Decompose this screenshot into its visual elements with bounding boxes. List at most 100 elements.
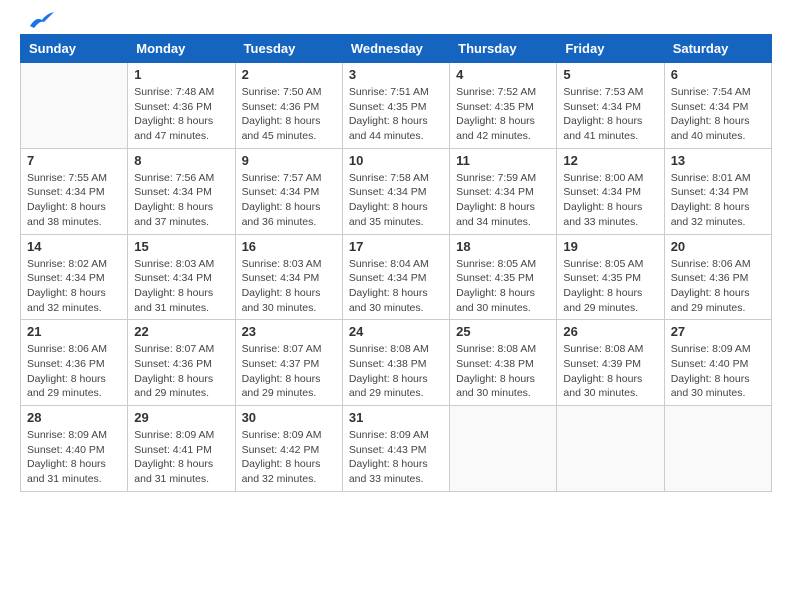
calendar-cell: 31 Sunrise: 8:09 AM Sunset: 4:43 PM Dayli… <box>342 406 449 492</box>
day-info: Sunrise: 8:02 AM Sunset: 4:34 PM Dayligh… <box>27 257 121 316</box>
calendar-week-1: 1 Sunrise: 7:48 AM Sunset: 4:36 PM Daylig… <box>21 63 772 149</box>
day-info: Sunrise: 7:52 AM Sunset: 4:35 PM Dayligh… <box>456 85 550 144</box>
calendar-cell: 23Sunrise: 8:07 AM Sunset: 4:37 PM Dayli… <box>235 320 342 406</box>
header-wednesday: Wednesday <box>342 35 449 63</box>
calendar-cell: 16Sunrise: 8:03 AM Sunset: 4:34 PM Dayli… <box>235 234 342 320</box>
day-number: 20 <box>671 239 765 254</box>
day-info: Sunrise: 7:50 AM Sunset: 4:36 PM Dayligh… <box>242 85 336 144</box>
day-info: Sunrise: 8:07 AM Sunset: 4:36 PM Dayligh… <box>134 342 228 401</box>
calendar-cell: 28 Sunrise: 8:09 AM Sunset: 4:40 PM Dayli… <box>21 406 128 492</box>
page-header <box>20 20 772 24</box>
day-number: 18 <box>456 239 550 254</box>
day-info: Sunrise: 8:06 AM Sunset: 4:36 PM Dayligh… <box>671 257 765 316</box>
header-sunday: Sunday <box>21 35 128 63</box>
day-info: Sunrise: 7:56 AM Sunset: 4:34 PM Dayligh… <box>134 171 228 230</box>
day-info: Sunrise: 7:51 AM Sunset: 4:35 PM Dayligh… <box>349 85 443 144</box>
day-number: 29 <box>134 410 228 425</box>
day-number: 17 <box>349 239 443 254</box>
calendar-cell: 17 Sunrise: 8:04 AM Sunset: 4:34 PM Dayli… <box>342 234 449 320</box>
calendar-cell: 25 Sunrise: 8:08 AM Sunset: 4:38 PM Dayli… <box>450 320 557 406</box>
day-number: 5 <box>563 67 657 82</box>
header-tuesday: Tuesday <box>235 35 342 63</box>
day-info: Sunrise: 8:01 AM Sunset: 4:34 PM Dayligh… <box>671 171 765 230</box>
day-number: 31 <box>349 410 443 425</box>
day-number: 30 <box>242 410 336 425</box>
day-info: Sunrise: 7:48 AM Sunset: 4:36 PM Dayligh… <box>134 85 228 144</box>
day-info: Sunrise: 8:00 AM Sunset: 4:34 PM Dayligh… <box>563 171 657 230</box>
calendar-cell: 14 Sunrise: 8:02 AM Sunset: 4:34 PM Dayli… <box>21 234 128 320</box>
day-info: Sunrise: 8:03 AM Sunset: 4:34 PM Dayligh… <box>242 257 336 316</box>
calendar-cell: 21 Sunrise: 8:06 AM Sunset: 4:36 PM Dayli… <box>21 320 128 406</box>
day-number: 21 <box>27 324 121 339</box>
day-number: 19 <box>563 239 657 254</box>
day-info: Sunrise: 7:55 AM Sunset: 4:34 PM Dayligh… <box>27 171 121 230</box>
calendar-cell: 4 Sunrise: 7:52 AM Sunset: 4:35 PM Daylig… <box>450 63 557 149</box>
calendar-cell: 22 Sunrise: 8:07 AM Sunset: 4:36 PM Dayli… <box>128 320 235 406</box>
calendar-week-2: 7Sunrise: 7:55 AM Sunset: 4:34 PM Daylig… <box>21 148 772 234</box>
logo <box>20 20 54 24</box>
calendar-cell: 7Sunrise: 7:55 AM Sunset: 4:34 PM Daylig… <box>21 148 128 234</box>
day-number: 28 <box>27 410 121 425</box>
header-monday: Monday <box>128 35 235 63</box>
day-info: Sunrise: 8:09 AM Sunset: 4:43 PM Dayligh… <box>349 428 443 487</box>
day-number: 24 <box>349 324 443 339</box>
day-info: Sunrise: 8:08 AM Sunset: 4:39 PM Dayligh… <box>563 342 657 401</box>
day-number: 2 <box>242 67 336 82</box>
day-number: 15 <box>134 239 228 254</box>
day-number: 22 <box>134 324 228 339</box>
day-info: Sunrise: 8:05 AM Sunset: 4:35 PM Dayligh… <box>563 257 657 316</box>
day-number: 1 <box>134 67 228 82</box>
calendar-cell: 8Sunrise: 7:56 AM Sunset: 4:34 PM Daylig… <box>128 148 235 234</box>
header-saturday: Saturday <box>664 35 771 63</box>
calendar-week-5: 28 Sunrise: 8:09 AM Sunset: 4:40 PM Dayli… <box>21 406 772 492</box>
calendar-cell: 1 Sunrise: 7:48 AM Sunset: 4:36 PM Daylig… <box>128 63 235 149</box>
day-info: Sunrise: 7:58 AM Sunset: 4:34 PM Dayligh… <box>349 171 443 230</box>
calendar-cell <box>557 406 664 492</box>
calendar-cell: 24Sunrise: 8:08 AM Sunset: 4:38 PM Dayli… <box>342 320 449 406</box>
calendar-cell <box>450 406 557 492</box>
day-number: 13 <box>671 153 765 168</box>
calendar-table: SundayMondayTuesdayWednesdayThursdayFrid… <box>20 34 772 492</box>
calendar-cell: 30 Sunrise: 8:09 AM Sunset: 4:42 PM Dayli… <box>235 406 342 492</box>
calendar-cell: 12 Sunrise: 8:00 AM Sunset: 4:34 PM Dayli… <box>557 148 664 234</box>
calendar-week-3: 14 Sunrise: 8:02 AM Sunset: 4:34 PM Dayli… <box>21 234 772 320</box>
calendar-cell: 2 Sunrise: 7:50 AM Sunset: 4:36 PM Daylig… <box>235 63 342 149</box>
day-number: 27 <box>671 324 765 339</box>
day-number: 11 <box>456 153 550 168</box>
day-info: Sunrise: 7:54 AM Sunset: 4:34 PM Dayligh… <box>671 85 765 144</box>
day-info: Sunrise: 8:05 AM Sunset: 4:35 PM Dayligh… <box>456 257 550 316</box>
day-info: Sunrise: 8:04 AM Sunset: 4:34 PM Dayligh… <box>349 257 443 316</box>
day-info: Sunrise: 8:09 AM Sunset: 4:40 PM Dayligh… <box>671 342 765 401</box>
header-friday: Friday <box>557 35 664 63</box>
calendar-cell: 9Sunrise: 7:57 AM Sunset: 4:34 PM Daylig… <box>235 148 342 234</box>
day-number: 4 <box>456 67 550 82</box>
day-info: Sunrise: 8:07 AM Sunset: 4:37 PM Dayligh… <box>242 342 336 401</box>
day-number: 12 <box>563 153 657 168</box>
day-number: 26 <box>563 324 657 339</box>
calendar-week-4: 21 Sunrise: 8:06 AM Sunset: 4:36 PM Dayli… <box>21 320 772 406</box>
calendar-cell: 6 Sunrise: 7:54 AM Sunset: 4:34 PM Daylig… <box>664 63 771 149</box>
calendar-cell: 29 Sunrise: 8:09 AM Sunset: 4:41 PM Dayli… <box>128 406 235 492</box>
day-info: Sunrise: 7:57 AM Sunset: 4:34 PM Dayligh… <box>242 171 336 230</box>
day-info: Sunrise: 8:08 AM Sunset: 4:38 PM Dayligh… <box>456 342 550 401</box>
calendar-cell <box>664 406 771 492</box>
day-number: 14 <box>27 239 121 254</box>
day-info: Sunrise: 8:03 AM Sunset: 4:34 PM Dayligh… <box>134 257 228 316</box>
day-info: Sunrise: 8:09 AM Sunset: 4:42 PM Dayligh… <box>242 428 336 487</box>
day-info: Sunrise: 8:09 AM Sunset: 4:41 PM Dayligh… <box>134 428 228 487</box>
day-number: 10 <box>349 153 443 168</box>
calendar-cell: 10 Sunrise: 7:58 AM Sunset: 4:34 PM Dayli… <box>342 148 449 234</box>
day-info: Sunrise: 8:06 AM Sunset: 4:36 PM Dayligh… <box>27 342 121 401</box>
day-number: 6 <box>671 67 765 82</box>
calendar-cell: 3 Sunrise: 7:51 AM Sunset: 4:35 PM Daylig… <box>342 63 449 149</box>
calendar-cell: 27 Sunrise: 8:09 AM Sunset: 4:40 PM Dayli… <box>664 320 771 406</box>
calendar-header-row: SundayMondayTuesdayWednesdayThursdayFrid… <box>21 35 772 63</box>
calendar-cell: 18 Sunrise: 8:05 AM Sunset: 4:35 PM Dayli… <box>450 234 557 320</box>
day-number: 25 <box>456 324 550 339</box>
day-info: Sunrise: 8:09 AM Sunset: 4:40 PM Dayligh… <box>27 428 121 487</box>
calendar-cell: 13 Sunrise: 8:01 AM Sunset: 4:34 PM Dayli… <box>664 148 771 234</box>
calendar-cell: 26 Sunrise: 8:08 AM Sunset: 4:39 PM Dayli… <box>557 320 664 406</box>
logo-bird-icon <box>26 12 54 32</box>
calendar-cell: 20 Sunrise: 8:06 AM Sunset: 4:36 PM Dayli… <box>664 234 771 320</box>
day-number: 3 <box>349 67 443 82</box>
